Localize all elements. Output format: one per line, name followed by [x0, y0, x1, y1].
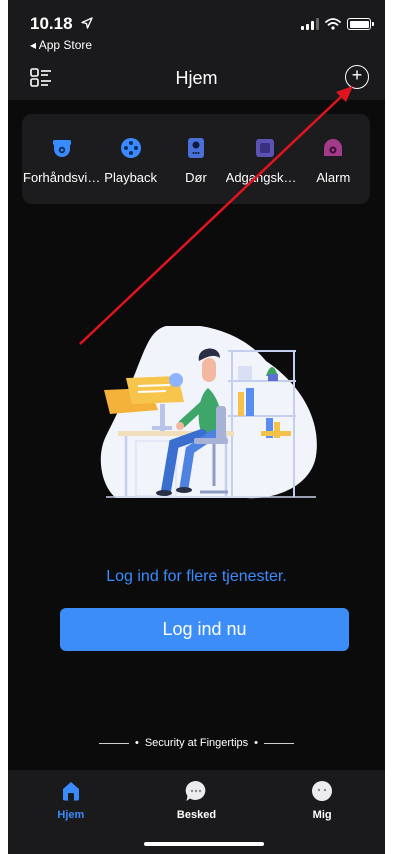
home-icon [62, 782, 79, 801]
services-panel: Forhåndsvisning Playback [22, 114, 370, 204]
status-indicators [301, 18, 374, 30]
back-to-app-store[interactable]: ◂ App Store [30, 38, 92, 52]
service-door[interactable]: Dør [163, 114, 228, 204]
tagline-divider-right [264, 742, 295, 744]
wifi-icon [325, 18, 341, 30]
tagline-dot-left: • [134, 737, 139, 749]
page-title: Hjem [175, 68, 218, 88]
service-alarm[interactable]: Alarm [301, 114, 366, 204]
workspace-illustration [100, 326, 317, 499]
status-bar: 10.18 ◂ App Store [8, 0, 385, 56]
cellular-signal-icon [301, 18, 319, 30]
tagline-text: Security at Fingertips [144, 737, 249, 749]
login-now-button[interactable]: Log ind nu [60, 608, 349, 651]
tagline-divider-left [98, 742, 129, 744]
app-screen: 10.18 ◂ App Store Hjem + Forhåndsvisn Pl… [8, 0, 385, 854]
add-device-button[interactable]: + [345, 65, 369, 89]
service-access-control[interactable]: Adgangskontrol [226, 114, 304, 204]
camera-icon [50, 136, 74, 160]
tab-profile[interactable]: Mig [277, 780, 367, 854]
alarm-icon [321, 136, 345, 160]
location-arrow-icon [81, 14, 93, 34]
tagline: • Security at Fingertips • [8, 737, 385, 749]
top-navigation-bar: Hjem + [8, 56, 385, 100]
door-intercom-icon [184, 136, 208, 160]
profile-icon [312, 781, 333, 801]
status-time: 10.18 [30, 14, 93, 34]
message-icon [186, 780, 206, 801]
service-playback[interactable]: Playback [98, 114, 163, 204]
access-control-icon [253, 136, 277, 160]
playback-icon [119, 136, 143, 160]
tab-home[interactable]: Hjem [26, 780, 116, 854]
tagline-dot-right: • [254, 737, 259, 749]
home-indicator[interactable] [144, 842, 264, 846]
service-preview[interactable]: Forhåndsvisning [23, 114, 101, 204]
battery-icon [347, 18, 374, 30]
login-prompt-text: Log ind for flere tjenester. [106, 568, 287, 585]
